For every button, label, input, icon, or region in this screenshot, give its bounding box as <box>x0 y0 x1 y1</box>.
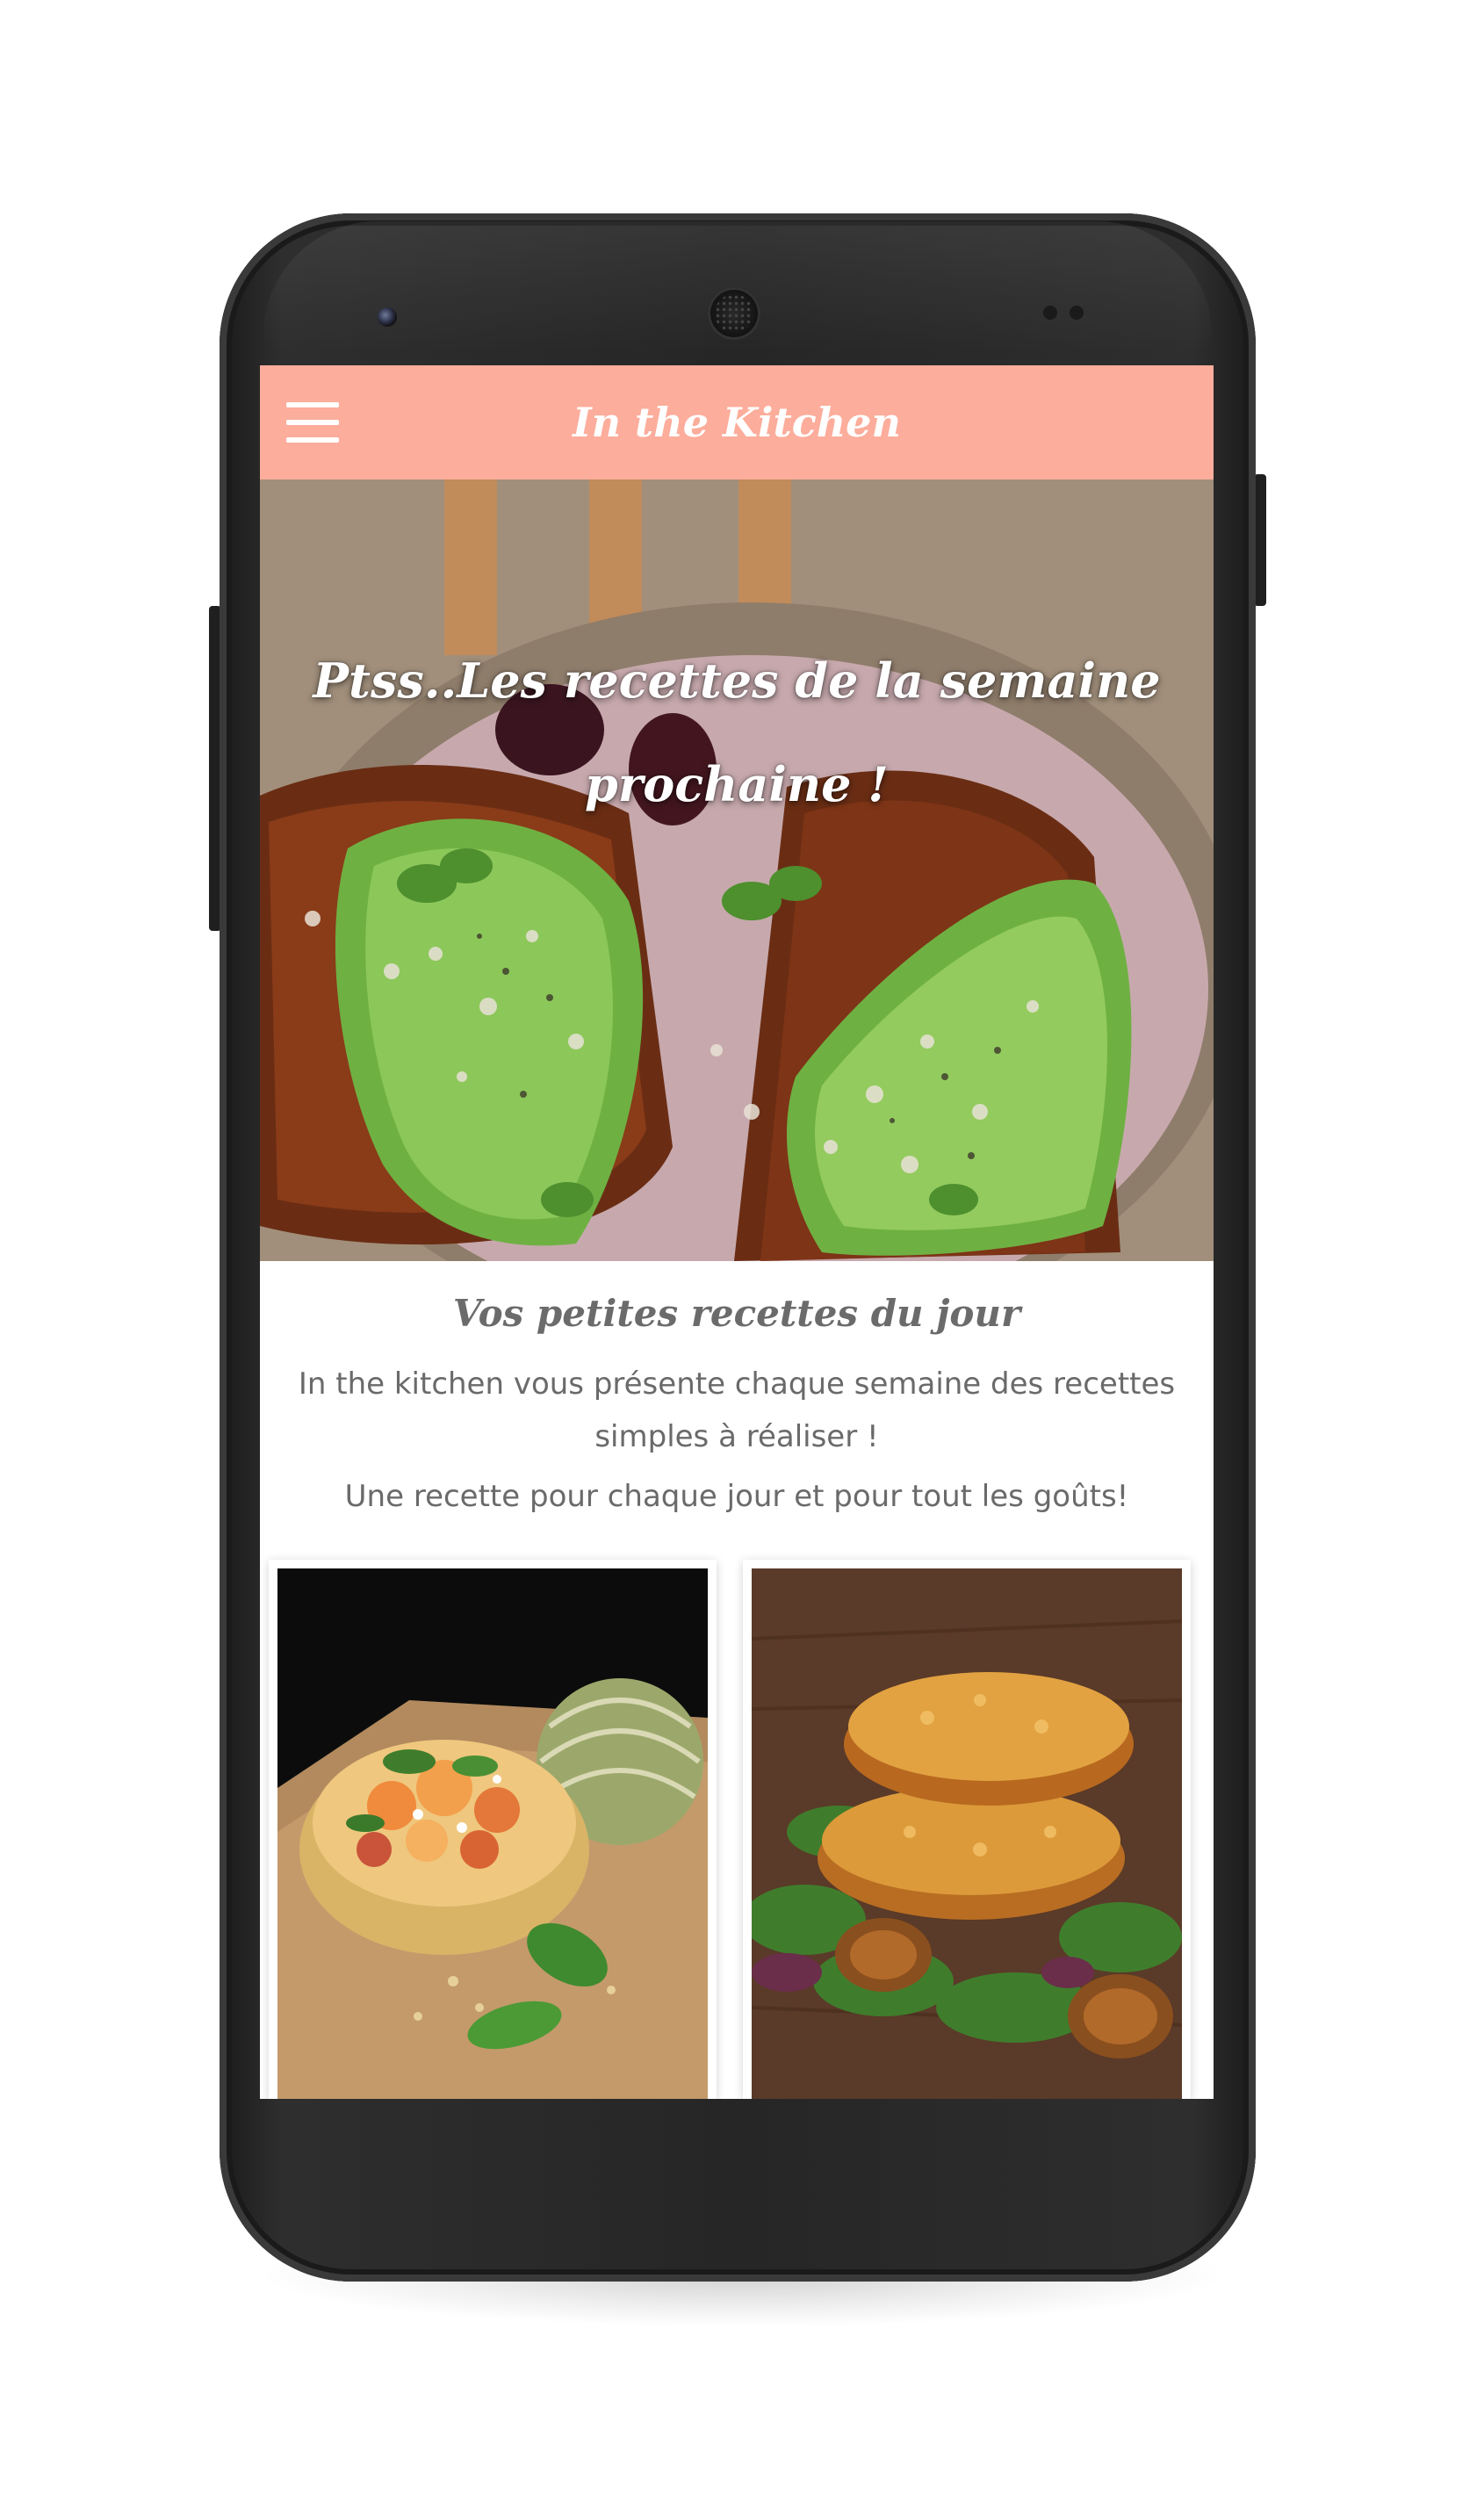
recipe-card[interactable] <box>269 1560 717 2099</box>
app-screen: In the Kitchen Ptss..Les recettes de la … <box>260 365 1214 2099</box>
hero-title: Ptss..Les recettes de la semaine prochai… <box>313 652 1161 812</box>
app-bar: In the Kitchen <box>260 365 1214 479</box>
melon-salad-photo <box>277 1568 708 2099</box>
recipe-card[interactable] <box>743 1560 1191 2099</box>
light-sensor <box>1070 306 1084 320</box>
speaker-grille <box>715 294 753 333</box>
proximity-sensor <box>1043 306 1057 320</box>
app-title: In the Kitchen <box>573 399 901 446</box>
intro-text: In the kitchen vous présente chaque sema… <box>298 1366 1176 1454</box>
avocado-toast-photo <box>260 479 1214 1261</box>
front-camera-icon <box>378 307 397 327</box>
section-title: Vos petites recettes du jour <box>452 1292 1021 1335</box>
intro-text-secondary: Une recette pour chaque jour et pour tou… <box>344 1479 1129 1514</box>
hero-banner[interactable]: Ptss..Les recettes de la semaine prochai… <box>260 479 1214 1261</box>
veggie-patties-photo <box>752 1568 1182 2099</box>
power-button <box>1254 474 1266 606</box>
